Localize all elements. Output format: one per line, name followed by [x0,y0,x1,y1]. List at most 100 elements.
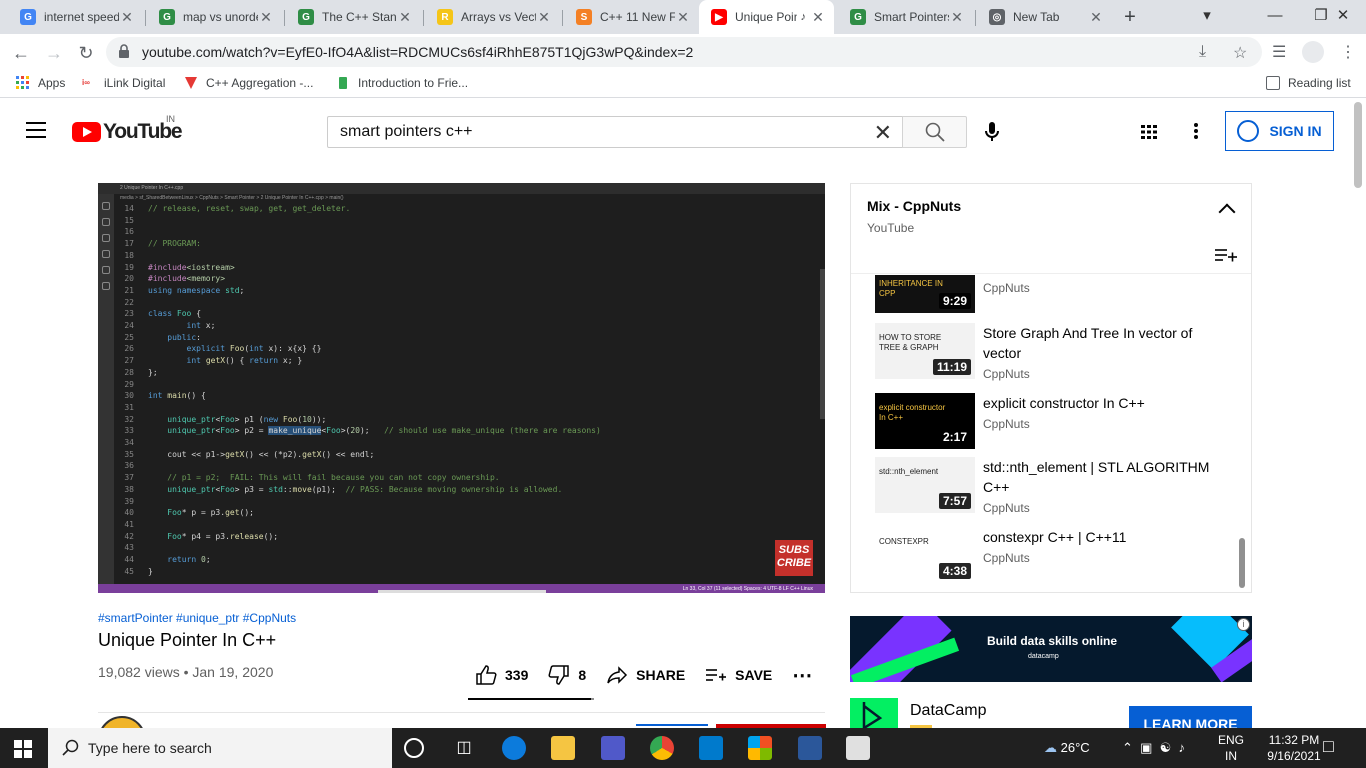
share-button[interactable]: SHARE [606,665,685,685]
reload-icon[interactable]: ↻ [73,40,99,66]
close-tab-icon[interactable]: ✕ [397,9,413,26]
playlist-item-title[interactable]: Inheritance In C++ Part 1 [983,275,1223,277]
playlist-item-title[interactable]: std::nth_element | STL ALGORITHM C++ [983,457,1223,497]
video-player[interactable]: 2 Unique Pointer In C++.cpp media > sf_S… [98,183,825,593]
like-button[interactable]: 339 [475,665,528,685]
browser-tab[interactable]: S C++ 11 New Features✕ [564,0,699,34]
browser-tab[interactable]: Ginternet speed ✕ [8,0,143,34]
system-tray-icons[interactable]: ⌃ ▣ ☯ ♪ [1122,740,1185,756]
new-tab-button[interactable]: + [1118,4,1142,30]
settings-kebab-icon[interactable] [1194,123,1198,139]
video-duration: 4:38 [938,563,971,579]
video-thumbnail[interactable]: std::nth_element 7:57 [875,457,975,513]
close-tab-icon[interactable]: ✕ [1088,9,1104,26]
edge-icon[interactable] [502,736,526,760]
player-progress-bar[interactable] [378,590,546,593]
back-icon[interactable]: ← [8,40,34,66]
bookmark-label: iLink Digital [104,76,166,90]
browser-tab[interactable]: Gmap vs unordered✕ [147,0,282,34]
bookmark-ilink[interactable]: i∞ iLink Digital [82,76,165,90]
search-query-text[interactable]: smart pointers c++ [340,123,473,141]
sign-in-button[interactable]: SIGN IN [1225,111,1334,151]
taskbar-search-box[interactable]: Type here to search [48,728,392,768]
app-window-icon[interactable] [846,736,870,760]
bookmark-star-icon[interactable]: ☆ [1233,43,1247,63]
tab-separator [423,10,424,26]
bookmark-introduction[interactable]: Introduction to Frie... [336,76,468,90]
profile-avatar[interactable] [1302,41,1324,63]
store-icon[interactable] [748,736,772,760]
playlist-item[interactable]: CONSTEXPR 4:38 constexpr C++ | C++11 CppNut… [875,527,1235,587]
close-tab-icon[interactable]: ✕ [675,9,691,26]
dislike-button[interactable]: 8 [548,665,586,685]
task-view-icon[interactable]: ◫ [452,736,476,760]
ad-info-icon[interactable]: i [1237,618,1250,631]
save-playlist-icon[interactable] [1215,248,1237,262]
video-duration: 9:29 [938,293,971,309]
playlist-scrollbar[interactable] [1239,538,1245,588]
microphone-icon[interactable] [980,120,1004,144]
search-input[interactable]: smart pointers c++ ✕ [327,116,903,148]
taskbar-clock[interactable]: 11:32 PM 9/16/2021 [1262,732,1326,764]
subscribe-watermark[interactable]: SUBS CRIBE [775,540,813,576]
video-thumbnail[interactable]: CONSTEXPR 4:38 [875,527,975,583]
reading-list-button[interactable]: Reading list [1266,76,1351,90]
chrome-icon[interactable] [650,736,674,760]
video-thumbnail[interactable]: INHERITANCE IN CPP 9:29 [875,275,975,313]
browser-tab[interactable]: ◎ New Tab ✕ [977,0,1112,34]
close-tab-icon[interactable]: ✕ [119,9,135,26]
vscode-icon[interactable] [699,736,723,760]
page-scrollbar[interactable] [1354,102,1362,188]
audio-playing-icon[interactable]: ♪ [801,11,807,23]
playlist-title[interactable]: Mix - CppNuts [867,198,961,214]
playlist-item[interactable]: std::nth_element 7:57 std::nth_element | S… [875,457,1235,517]
weather-widget[interactable]: ☁ 26°C [1044,740,1090,756]
close-tab-icon[interactable]: ✕ [810,9,826,26]
browser-tab[interactable]: G The C++ Standard✕ [286,0,421,34]
browser-tab[interactable]: G Smart Pointers ✕ [838,0,973,34]
search-button[interactable] [902,116,967,148]
word-icon[interactable] [798,736,822,760]
playlist-item[interactable]: HOW TO STORE TREE & GRAPH 11:19 Store Grap… [875,323,1235,383]
chrome-menu-icon[interactable]: ⋮ [1340,42,1356,62]
playlist-item-title[interactable]: constexpr C++ | C++11 [983,527,1223,547]
bookmark-cpp-aggregation[interactable]: C++ Aggregation -... [184,76,313,90]
forward-icon[interactable]: → [41,40,67,66]
address-bar[interactable]: youtube.com/watch?v=EyfE0-IfO4A&list=RDC… [106,37,1262,67]
clear-search-icon[interactable]: ✕ [874,120,892,146]
save-button[interactable]: SAVE [705,665,772,685]
ad-banner[interactable]: Build data skills online datacamp [850,616,1252,682]
ad-advertiser-name[interactable]: DataCamp [910,702,986,720]
bookmark-apps[interactable]: Apps [16,76,65,90]
youtube-logo[interactable]: YouTube IN [72,114,183,144]
tab-search-icon[interactable]: ▾ [1184,0,1230,34]
close-tab-icon[interactable]: ✕ [258,9,274,26]
close-tab-icon[interactable]: ✕ [949,9,965,26]
menu-icon[interactable] [26,122,46,138]
url-text[interactable]: youtube.com/watch?v=EyfE0-IfO4A&list=RDC… [142,44,693,60]
browser-tab[interactable]: R Arrays vs Vectors✕ [425,0,560,34]
video-hashtags[interactable]: #smartPointer #unique_ptr #CppNuts [98,611,296,625]
notification-icon[interactable]: □ [1323,736,1334,757]
browser-tab[interactable]: ▶ Unique Pointer In C++ ♪✕ [699,0,834,34]
playlist-item[interactable]: INHERITANCE IN CPP9:29 Inheritance In C++… [875,275,1235,317]
youtube-apps-icon[interactable] [1141,125,1157,139]
cortana-icon[interactable] [404,738,424,758]
playlist-item-title[interactable]: Store Graph And Tree In vector of vector [983,323,1223,363]
teams-icon[interactable] [601,736,625,760]
video-thumbnail[interactable]: HOW TO STORE TREE & GRAPH 11:19 [875,323,975,379]
media-control-icon[interactable]: ☰ [1272,42,1286,62]
video-thumbnail[interactable]: explicit constructor In C++ 2:17 [875,393,975,449]
collapse-chevron-icon[interactable] [1218,203,1236,221]
playlist-item[interactable]: explicit constructor In C++ 2:17 explicit … [875,393,1235,453]
file-explorer-icon[interactable] [551,736,575,760]
more-actions-button[interactable]: ⋯ [792,663,813,688]
language-indicator[interactable]: ENG IN [1218,732,1244,764]
playlist-item-title[interactable]: explicit constructor In C++ [983,393,1223,413]
install-icon[interactable]: ⤓ [1199,43,1206,61]
windows-start-icon[interactable] [14,740,32,758]
lock-icon[interactable] [118,44,130,58]
close-window-icon[interactable]: ✕ [1320,0,1366,34]
minimize-icon[interactable]: — [1252,0,1298,34]
close-tab-icon[interactable]: ✕ [536,9,552,26]
